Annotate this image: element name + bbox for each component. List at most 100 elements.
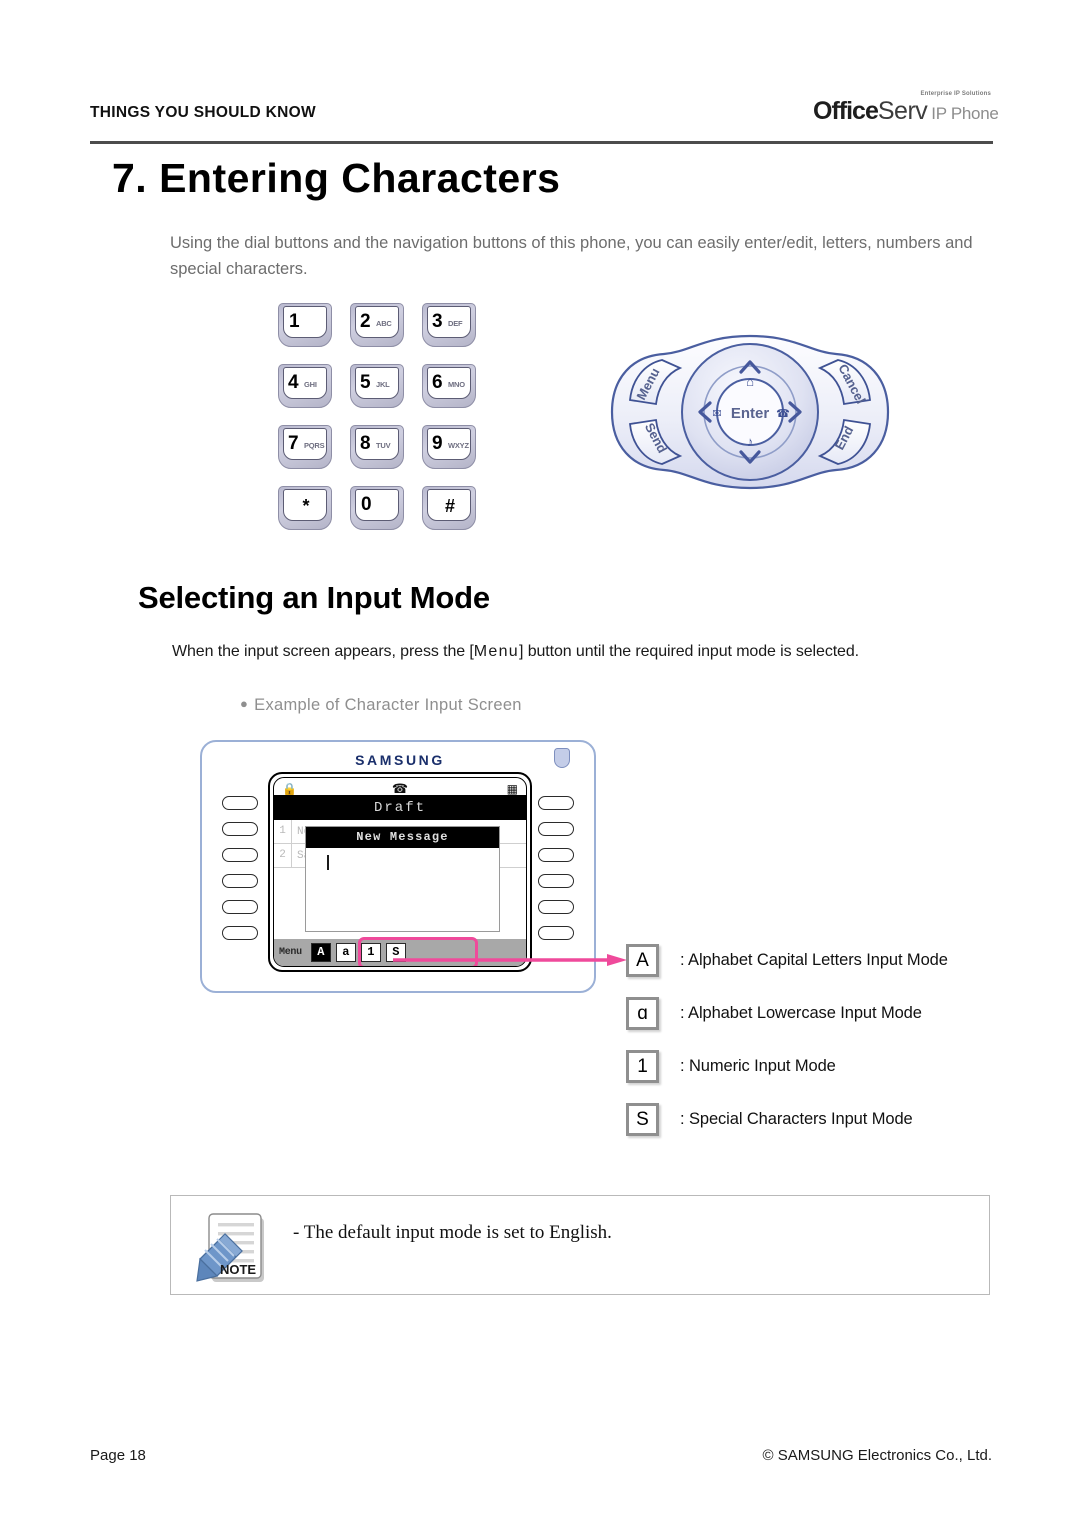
key-digit: 8 (360, 433, 371, 454)
softkey-left-1[interactable] (222, 796, 258, 810)
header-title: THINGS YOU SHOULD KNOW (90, 104, 316, 121)
key-face: # (427, 489, 471, 521)
lcd-menu-item-number: 2 (274, 844, 292, 867)
keypad-key-hash[interactable]: # (422, 486, 476, 530)
key-letters: GHI (304, 380, 317, 389)
footer-copyright: © SAMSUNG Electronics Co., Ltd. (762, 1447, 992, 1464)
example-caption: ● Example of Character Input Screen (240, 696, 522, 715)
keypad-key-4[interactable]: 4 GHI (278, 364, 332, 408)
footer-page-number: Page 18 (90, 1447, 146, 1464)
softkey-left-2[interactable] (222, 822, 258, 836)
legend-symbol-box: A (626, 944, 659, 977)
bullet-icon: ● (240, 696, 249, 711)
input-mode-chip-A[interactable]: A (310, 943, 331, 962)
key-letters: PQRS (304, 441, 325, 450)
softkey-left-5[interactable] (222, 900, 258, 914)
brand-office-text: Office (813, 97, 879, 125)
keypad-key-star[interactable]: * (278, 486, 332, 530)
right-softkey-column (538, 796, 574, 951)
phone-brand-label: SAMSUNG (355, 752, 445, 768)
key-digit: 9 (432, 433, 443, 454)
key-digit: 7 (288, 433, 299, 454)
key-face: 9 WXYZ (427, 428, 471, 460)
navigation-pad-illustration: Enter ⌂ ♪ ✉ ☎ Menu Send Cancel End (600, 330, 900, 495)
input-mode-legend: A : Alphabet Capital Letters Input Mode ɑ:… (626, 934, 1006, 1146)
key-face: * (283, 489, 327, 521)
key-symbol: # (444, 496, 455, 516)
lock-icon: 🔒 (282, 782, 297, 796)
key-letters: DEF (448, 319, 463, 328)
key-face: 0 (355, 489, 399, 521)
phone-icon: ☎ (391, 781, 409, 796)
key-digit: 0 (361, 494, 372, 515)
header-divider (90, 141, 993, 144)
legend-symbol-box: ɑ (626, 997, 659, 1030)
section-instruction: When the input screen appears, press the… (172, 643, 859, 661)
navpad-enter-label: Enter (731, 405, 770, 422)
keypad-key-5[interactable]: 5 JKL (350, 364, 404, 408)
key-digit: 3 (432, 311, 443, 332)
key-face: 3 DEF (427, 306, 471, 338)
key-digit: 2 (360, 311, 371, 332)
officeserv-logo: Enterprise IP Solutions OfficeServ IP Pho… (813, 90, 999, 136)
softkey-right-4[interactable] (538, 874, 574, 888)
intro-paragraph: Using the dial buttons and the navigatio… (170, 234, 973, 278)
text-cursor (327, 855, 329, 870)
callout-arrow (393, 953, 628, 966)
input-mode-chip-1[interactable]: 1 (360, 943, 381, 962)
keypad-key-9[interactable]: 9 WXYZ (422, 425, 476, 469)
softkey-left-4[interactable] (222, 874, 258, 888)
legend-row: ɑ : Alphabet Lowercase Input Mode (626, 987, 1006, 1040)
page-header: THINGS YOU SHOULD KNOW Enterprise IP Sol… (90, 91, 999, 144)
legend-symbol-box: S (626, 1103, 659, 1136)
input-mode-strip[interactable]: Aa1S (310, 943, 406, 962)
instruction-menu-key: Menu (473, 643, 519, 660)
keypad-key-0[interactable]: 0 (350, 486, 404, 530)
input-mode-chip-a[interactable]: a (335, 943, 356, 962)
keypad-key-1[interactable]: 1 (278, 303, 332, 347)
softkey-right-1[interactable] (538, 796, 574, 810)
svg-text:☎: ☎ (776, 408, 790, 420)
instruction-post-text: ] button until the required input mode i… (519, 643, 860, 660)
key-face: 1 (283, 306, 327, 338)
dial-keypad-illustration: 1 2 ABC 3 DEF 4 GHI 5 JKL 6 MNO 7 PQRS 8 TUV 9 WXYZ * 0 # (278, 303, 486, 538)
softkey-left-3[interactable] (222, 848, 258, 862)
key-letters: MNO (448, 380, 465, 389)
legend-description: : Alphabet Lowercase Input Mode (680, 1004, 922, 1022)
signal-grid-icon: ▦ (506, 782, 518, 796)
softkey-right-2[interactable] (538, 822, 574, 836)
key-face: 8 TUV (355, 428, 399, 460)
note-icon-label: NOTE (220, 1262, 256, 1277)
lcd-softkey-menu-label[interactable]: Menu (279, 947, 302, 958)
legend-description: : Alphabet Capital Letters Input Mode (680, 951, 948, 969)
keypad-key-2[interactable]: 2 ABC (350, 303, 404, 347)
svg-text:♪: ♪ (747, 434, 754, 449)
keypad-key-3[interactable]: 3 DEF (422, 303, 476, 347)
key-letters: ABC (376, 319, 392, 328)
softkey-right-3[interactable] (538, 848, 574, 862)
key-letters: JKL (376, 380, 390, 389)
lcd-menu-item-number: 1 (274, 820, 292, 843)
svg-text:⌂: ⌂ (746, 374, 754, 389)
softkey-right-5[interactable] (538, 900, 574, 914)
softkey-left-6[interactable] (222, 926, 258, 940)
left-softkey-column (222, 796, 258, 951)
section-heading: Selecting an Input Mode (138, 580, 490, 615)
note-box: NOTE - The default input mode is set to … (170, 1195, 990, 1295)
keypad-key-7[interactable]: 7 PQRS (278, 425, 332, 469)
key-face: 5 JKL (355, 367, 399, 399)
lcd-dialog-title: New Message (306, 827, 499, 848)
keypad-key-8[interactable]: 8 TUV (350, 425, 404, 469)
note-icon: NOTE (189, 1208, 273, 1288)
key-letters: WXYZ (448, 441, 469, 450)
instruction-pre-text: When the input screen appears, press the… (172, 643, 474, 660)
keypad-key-6[interactable]: 6 MNO (422, 364, 476, 408)
key-face: 7 PQRS (283, 428, 327, 460)
svg-text:✉: ✉ (712, 408, 721, 420)
softkey-right-6[interactable] (538, 926, 574, 940)
legend-description: : Numeric Input Mode (680, 1057, 836, 1075)
key-digit: 5 (360, 372, 371, 393)
legend-symbol-box: 1 (626, 1050, 659, 1083)
legend-row: 1 : Numeric Input Mode (626, 1040, 1006, 1093)
brand-serv-text: Serv (877, 97, 928, 125)
